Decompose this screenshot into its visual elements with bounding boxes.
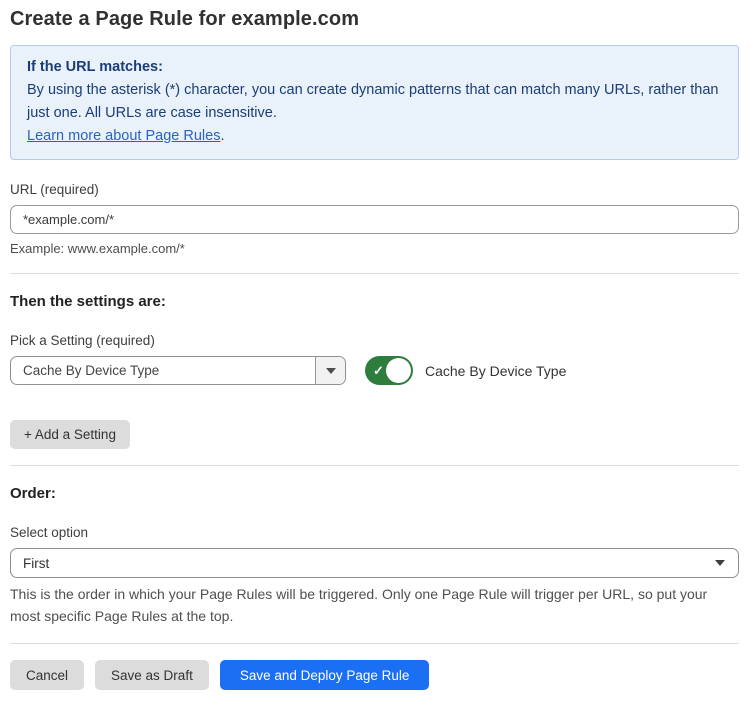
toggle-label: Cache By Device Type — [425, 363, 566, 379]
cancel-button[interactable]: Cancel — [10, 660, 84, 690]
save-and-deploy-button[interactable]: Save and Deploy Page Rule — [220, 660, 430, 690]
info-banner-link-line: Learn more about Page Rules. — [27, 125, 722, 148]
order-select-value: First — [23, 556, 49, 571]
settings-section-heading: Then the settings are: — [10, 293, 739, 311]
setting-toggle-group: ✓ Cache By Device Type — [365, 356, 566, 385]
save-as-draft-button[interactable]: Save as Draft — [95, 660, 209, 690]
cache-by-device-type-toggle[interactable]: ✓ — [365, 356, 413, 385]
divider — [10, 273, 739, 274]
setting-dropdown-arrow-button[interactable] — [315, 357, 345, 384]
order-select-label: Select option — [10, 525, 739, 541]
toggle-knob — [386, 358, 411, 383]
learn-more-link[interactable]: Learn more about Page Rules — [27, 128, 220, 144]
pick-setting-label: Pick a Setting (required) — [10, 333, 739, 349]
url-example-hint: Example: www.example.com/* — [10, 241, 739, 257]
url-input[interactable] — [10, 205, 739, 234]
divider — [10, 465, 739, 466]
page-title: Create a Page Rule for example.com — [10, 6, 739, 32]
chevron-down-icon — [715, 560, 725, 566]
link-period: . — [220, 128, 224, 144]
setting-dropdown-value: Cache By Device Type — [11, 357, 315, 384]
chevron-down-icon — [326, 368, 336, 374]
divider — [10, 643, 739, 644]
info-banner-body: By using the asterisk (*) character, you… — [27, 79, 722, 125]
footer-actions: Cancel Save as Draft Save and Deploy Pag… — [10, 660, 739, 690]
add-setting-button[interactable]: + Add a Setting — [10, 420, 130, 449]
order-select[interactable]: First — [10, 548, 739, 578]
info-banner-heading: If the URL matches: — [27, 56, 722, 79]
create-page-rule-form: Create a Page Rule for example.com If th… — [0, 0, 750, 714]
order-section-heading: Order: — [10, 485, 739, 503]
checkmark-icon: ✓ — [373, 364, 384, 377]
url-match-info-banner: If the URL matches: By using the asteris… — [10, 45, 739, 160]
url-field-label: URL (required) — [10, 182, 739, 198]
setting-row: Cache By Device Type ✓ Cache By Device T… — [10, 356, 739, 385]
setting-dropdown[interactable]: Cache By Device Type — [10, 356, 346, 385]
order-help-text: This is the order in which your Page Rul… — [10, 583, 726, 627]
